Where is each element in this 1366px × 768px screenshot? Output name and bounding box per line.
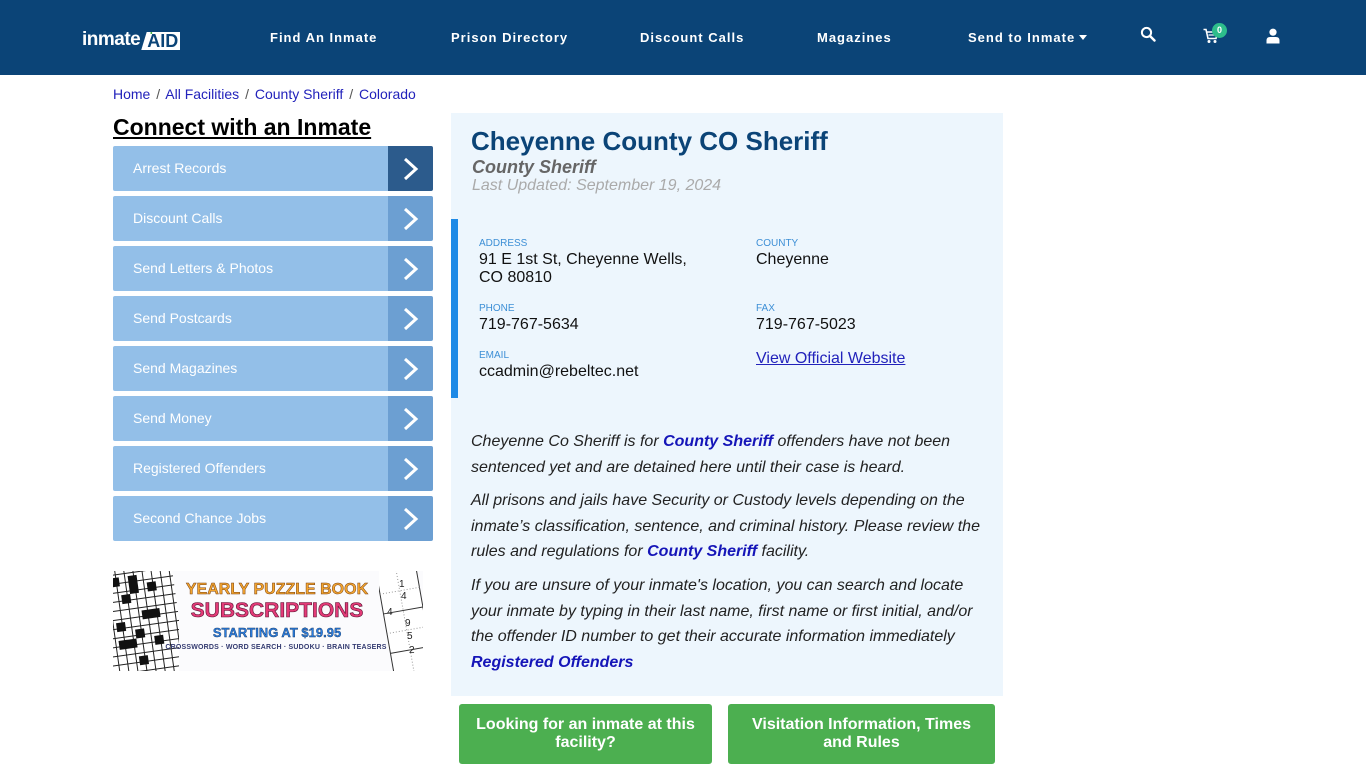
- breadcrumb-colorado[interactable]: Colorado: [359, 86, 416, 102]
- sidebar-item-arrest-records[interactable]: Arrest Records: [113, 146, 433, 191]
- breadcrumb-county-sheriff[interactable]: County Sheriff: [255, 86, 343, 102]
- address-field: ADDRESS 91 E 1st St, Cheyenne Wells, CO …: [479, 238, 687, 287]
- ad-subscriptions-text: SUBSCRIPTIONS: [190, 599, 364, 623]
- nav-send-to-inmate-label: Send to Inmate: [968, 30, 1076, 45]
- email-label: EMAIL: [479, 350, 510, 361]
- address-line-1: 91 E 1st St, Cheyenne Wells,: [479, 251, 687, 268]
- chevron-right-icon: [388, 246, 433, 291]
- chevron-right-icon: [388, 396, 433, 441]
- sidebar-item-label: Send Magazines: [113, 346, 388, 391]
- chevron-right-icon: [388, 196, 433, 241]
- registered-offenders-link[interactable]: Registered Offenders: [471, 654, 633, 671]
- cart-count-badge: 0: [1212, 23, 1227, 38]
- chevron-right-icon: [388, 296, 433, 341]
- fax-label: FAX: [756, 303, 775, 314]
- logo-text-inmate: inmate: [82, 29, 141, 50]
- sudoku-grid-graphic: 1 4 4 9 5 2: [379, 571, 423, 671]
- breadcrumb-separator: /: [349, 86, 354, 102]
- breadcrumb-all-facilities[interactable]: All Facilities: [165, 86, 239, 102]
- sudoku-digit: 4: [401, 591, 407, 602]
- sidebar-item-second-chance-jobs[interactable]: Second Chance Jobs: [113, 496, 433, 541]
- county-sheriff-link[interactable]: County Sheriff: [663, 433, 773, 450]
- search-icon: [1140, 26, 1156, 42]
- nav-send-to-inmate[interactable]: Send to Inmate: [968, 30, 1088, 46]
- last-updated: Last Updated: September 19, 2024: [472, 177, 722, 194]
- facility-type: County Sheriff: [472, 157, 596, 177]
- breadcrumb-separator: /: [245, 86, 249, 102]
- sidebar-item-label: Registered Offenders: [113, 446, 388, 491]
- crossword-grid-graphic: [113, 571, 179, 671]
- sidebar-item-send-magazines[interactable]: Send Magazines: [113, 346, 433, 391]
- address-line-2: CO 80810: [479, 269, 552, 286]
- sidebar-item-label: Discount Calls: [113, 196, 388, 241]
- nav-find-an-inmate[interactable]: Find An Inmate: [270, 30, 377, 46]
- sidebar-item-label: Send Postcards: [113, 296, 388, 341]
- sudoku-digit: 4: [387, 607, 393, 618]
- sudoku-digit: 5: [407, 631, 413, 642]
- account-button[interactable]: [1266, 28, 1286, 48]
- facility-name: Cheyenne County CO Sheriff: [471, 126, 828, 156]
- description-paragraph-2: All prisons and jails have Security or C…: [471, 492, 980, 560]
- facility-contact-info: ADDRESS 91 E 1st St, Cheyenne Wells, CO …: [451, 219, 1003, 398]
- find-inmate-at-facility-button[interactable]: Looking for an inmate at this facility?: [459, 704, 712, 764]
- logo-plus-icon: +: [147, 22, 156, 38]
- fax-field: FAX 719-767-5023: [756, 303, 856, 334]
- nav-discount-calls[interactable]: Discount Calls: [640, 30, 744, 46]
- breadcrumb-home[interactable]: Home: [113, 86, 150, 102]
- ad-headline: YEARLY PUZZLE BOOK: [185, 581, 369, 599]
- phone-field: PHONE 719-767-5634: [479, 303, 579, 334]
- sidebar-item-label: Second Chance Jobs: [113, 496, 388, 541]
- website-field: View Official Website: [756, 349, 905, 368]
- phone-label: PHONE: [479, 303, 515, 314]
- sidebar-item-send-letters-photos[interactable]: Send Letters & Photos: [113, 246, 433, 291]
- ad-categories-text: CROSSWORDS · WORD SEARCH · SUDOKU · BRAI…: [165, 644, 387, 651]
- description-paragraph-1: Cheyenne Co Sheriff is for County Sherif…: [471, 433, 951, 476]
- chevron-right-icon: [388, 496, 433, 541]
- sidebar-item-send-postcards[interactable]: Send Postcards: [113, 296, 433, 341]
- view-official-website-link[interactable]: View Official Website: [756, 350, 905, 368]
- sudoku-digit: 1: [399, 579, 405, 590]
- visitation-info-button[interactable]: Visitation Information, Times and Rules: [728, 704, 995, 764]
- county-value: Cheyenne: [756, 251, 829, 268]
- sidebar-item-label: Send Letters & Photos: [113, 246, 388, 291]
- sidebar-item-discount-calls[interactable]: Discount Calls: [113, 196, 433, 241]
- fax-value: 719-767-5023: [756, 316, 856, 333]
- description-paragraph-3: If you are unsure of your inmate's locat…: [471, 577, 973, 671]
- breadcrumb-separator: /: [156, 86, 161, 102]
- connect-menu: Arrest Records Discount Calls Send Lette…: [113, 146, 433, 546]
- county-sheriff-link[interactable]: County Sheriff: [647, 543, 757, 560]
- top-navigation-bar: inmate + AID Find An Inmate Prison Direct…: [0, 0, 1366, 75]
- sidebar-item-label: Send Money: [113, 396, 388, 441]
- caret-down-icon: [1079, 35, 1088, 40]
- puzzle-book-ad-banner[interactable]: 1 4 4 9 5 2 YEARLY PUZZLE BOOK SUBSCRIPT…: [113, 571, 423, 671]
- nav-magazines[interactable]: Magazines: [817, 30, 892, 46]
- logo-text-aid: + AID: [141, 32, 181, 50]
- county-field: COUNTY Cheyenne: [756, 238, 829, 269]
- county-label: COUNTY: [756, 238, 799, 249]
- ad-price-text: STARTING AT $19.95: [212, 625, 342, 640]
- logo[interactable]: inmate + AID: [82, 26, 181, 50]
- nav-prison-directory[interactable]: Prison Directory: [451, 30, 568, 46]
- user-icon: [1266, 28, 1280, 44]
- sidebar-item-send-money[interactable]: Send Money: [113, 396, 433, 441]
- email-field: EMAIL ccadmin@rebeltec.net: [479, 350, 638, 381]
- facility-card: Cheyenne County CO Sheriff County Sherif…: [451, 113, 1003, 696]
- search-button[interactable]: [1140, 26, 1160, 46]
- connect-with-inmate-heading: Connect with an Inmate: [113, 114, 372, 140]
- chevron-right-icon: [388, 146, 433, 191]
- address-label: ADDRESS: [479, 238, 528, 249]
- sudoku-digit: 2: [409, 645, 415, 656]
- sidebar-item-label: Arrest Records: [113, 146, 388, 191]
- sudoku-digit: 9: [405, 618, 411, 629]
- sidebar-item-registered-offenders[interactable]: Registered Offenders: [113, 446, 433, 491]
- chevron-right-icon: [388, 346, 433, 391]
- phone-value: 719-767-5634: [479, 316, 579, 333]
- email-value: ccadmin@rebeltec.net: [479, 363, 639, 380]
- breadcrumb: Home / All Facilities / County Sheriff /…: [113, 86, 416, 102]
- chevron-right-icon: [388, 446, 433, 491]
